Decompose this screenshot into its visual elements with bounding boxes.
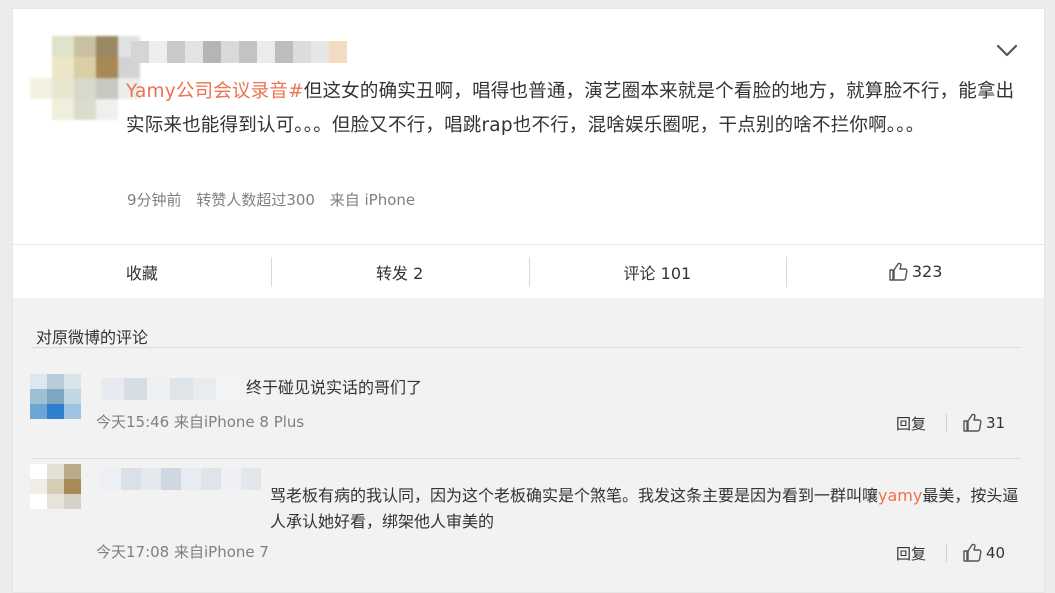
like-count: 323 — [911, 262, 943, 281]
like-button[interactable]: 323 — [786, 245, 1044, 298]
comment-text-part: 骂老板有病的我认同，因为这个老板确实是个煞笔。我发这条主要是因为看到一群叫嚷 — [270, 486, 879, 505]
reply-button[interactable]: 回复 — [896, 543, 926, 564]
post: Yamy公司会议录音#但这女的确实丑啊，唱得也普通，演艺圈本来就是个看脸的地方，… — [13, 9, 1044, 245]
post-time[interactable]: 9分钟前 — [127, 191, 182, 209]
thumbs-up-icon — [963, 413, 982, 432]
author-avatar[interactable] — [30, 36, 140, 120]
mention-link[interactable]: yamy — [878, 486, 922, 505]
hashtag-mark[interactable]: # — [288, 81, 304, 102]
action-bar: 收藏 转发 2 评论 101 323 — [13, 244, 1044, 298]
thumbs-up-icon — [889, 262, 908, 281]
action-separator — [946, 544, 947, 562]
comment-like-count: 40 — [986, 543, 1006, 562]
weibo-card: Yamy公司会议录音#但这女的确实丑啊，唱得也普通，演艺圈本来就是个看脸的地方，… — [12, 8, 1045, 593]
comment-item: 终于碰见说实话的哥们了 今天15:46 来自iPhone 8 Plus 回复 3… — [13, 348, 1044, 458]
comment-author-blur[interactable] — [101, 378, 239, 400]
chevron-down-icon[interactable] — [995, 41, 1019, 61]
post-repost-info: 转赞人数超过300 — [196, 191, 315, 209]
reply-button[interactable]: 回复 — [896, 413, 926, 434]
comment-text: 骂老板有病的我认同，因为这个老板确实是个煞笔。我发这条主要是因为看到一群叫嚷ya… — [270, 483, 1030, 535]
thumbs-up-icon — [963, 543, 982, 562]
repost-label: 转发 2 — [375, 263, 424, 283]
hashtag-link[interactable]: Yamy公司会议录音 — [126, 81, 288, 102]
comment-meta: 今天17:08 来自iPhone 7 — [96, 543, 269, 561]
comment-like-button[interactable]: 31 — [962, 413, 1005, 432]
comment-like-button[interactable]: 40 — [962, 543, 1005, 562]
comments-section: 对原微博的评论 终于碰见说实话的哥们了 今天15:46 来自iPhone 8 P… — [13, 298, 1044, 592]
post-text: Yamy公司会议录音#但这女的确实丑啊，唱得也普通，演艺圈本来就是个看脸的地方，… — [126, 75, 1016, 143]
comment-author-blur[interactable] — [101, 468, 261, 490]
author-name-blur[interactable] — [131, 41, 347, 63]
post-source: 来自 iPhone — [329, 191, 416, 209]
comment-meta: 今天15:46 来自iPhone 8 Plus — [96, 413, 305, 431]
comment-avatar[interactable] — [30, 464, 82, 509]
favorite-label: 收藏 — [125, 263, 158, 283]
comment-avatar[interactable] — [30, 374, 82, 419]
comment-label: 评论 101 — [623, 263, 692, 283]
comment-like-count: 31 — [986, 413, 1006, 432]
comment-text: 终于碰见说实话的哥们了 — [246, 378, 423, 397]
post-meta: 9分钟前 转赞人数超过300 来自 iPhone — [127, 189, 415, 210]
comment-item: 骂老板有病的我认同，因为这个老板确实是个煞笔。我发这条主要是因为看到一群叫嚷ya… — [13, 458, 1044, 592]
comment-button[interactable]: 评论 101 — [528, 245, 787, 298]
comments-title: 对原微博的评论 — [36, 328, 149, 347]
action-separator — [946, 414, 947, 432]
repost-button[interactable]: 转发 2 — [270, 245, 529, 298]
favorite-button[interactable]: 收藏 — [13, 245, 271, 298]
